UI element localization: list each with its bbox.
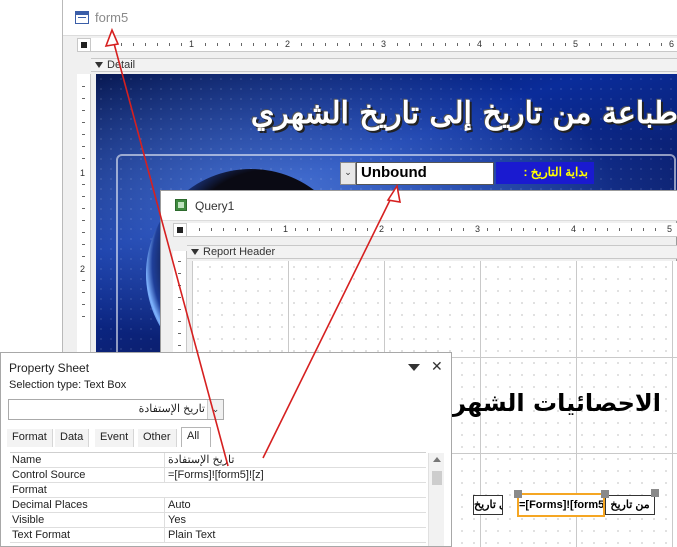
query1-title: Query1 xyxy=(195,199,235,213)
detail-section-bar[interactable]: Detail xyxy=(91,58,677,72)
ruler-number: 4 xyxy=(477,39,483,49)
from-date-label[interactable]: من تاريخ xyxy=(605,495,655,515)
tab-other[interactable]: Other xyxy=(138,429,177,447)
collapse-arrow-icon xyxy=(191,249,199,256)
property-scrollbar[interactable] xyxy=(428,453,444,546)
selection-type: Selection type: Text Box xyxy=(9,379,126,391)
ruler-number: 5 xyxy=(667,224,673,234)
property-row-text-format[interactable]: Text Format Plain Text xyxy=(10,528,426,543)
to-date-label[interactable]: إلى تاريخ xyxy=(473,495,503,515)
property-value[interactable]: Yes xyxy=(164,513,426,527)
ruler-number: 5 xyxy=(573,39,579,49)
property-row-control-source[interactable]: Control Source =[Forms]![form5]![z] xyxy=(10,468,426,483)
property-grid: Name تاريخ الإستفادة Control Source =[Fo… xyxy=(10,452,426,543)
property-row-visible[interactable]: Visible Yes xyxy=(10,513,426,528)
close-icon[interactable]: ✕ xyxy=(431,358,443,375)
property-value[interactable]: Plain Text xyxy=(164,528,426,542)
scroll-up-icon[interactable] xyxy=(433,457,441,462)
ruler-number: 4 xyxy=(571,224,577,234)
control-selector-combo[interactable]: تاريخ الإستفادة xyxy=(8,399,224,420)
ruler-number: 1 xyxy=(80,168,86,178)
date-expression-textbox[interactable]: =[Forms]![form5] xyxy=(517,493,605,517)
ruler-number: 3 xyxy=(381,39,387,49)
form5-vertical-ruler: 1 2 xyxy=(77,74,91,374)
form5-titlebar[interactable]: form5 xyxy=(63,0,677,36)
form5-horizontal-ruler: 1 2 3 4 5 6 xyxy=(91,38,677,52)
report-selector-box[interactable] xyxy=(173,223,187,237)
ruler-number: 1 xyxy=(189,39,195,49)
form-icon xyxy=(75,11,89,24)
property-value[interactable]: تاريخ الإستفادة xyxy=(164,453,426,467)
property-sheet-title: Property Sheet xyxy=(9,361,90,375)
query1-horizontal-ruler: 1 2 3 4 5 xyxy=(187,223,677,237)
tab-data[interactable]: Data xyxy=(55,429,90,447)
combo-dropdown-button[interactable]: ⌄ xyxy=(207,400,223,419)
property-row-name[interactable]: Name تاريخ الإستفادة xyxy=(10,453,426,468)
header-title: طباعة من تاريخ إلى تاريخ الشهري xyxy=(250,96,677,131)
ruler-number: 6 xyxy=(669,39,675,49)
tab-event[interactable]: Event xyxy=(95,429,135,447)
property-key: Control Source xyxy=(12,469,86,481)
report-header-section-label: Report Header xyxy=(203,246,276,258)
resize-handle[interactable] xyxy=(601,490,609,498)
scroll-thumb[interactable] xyxy=(432,471,442,485)
property-value[interactable]: =[Forms]![form5]![z] xyxy=(164,468,426,482)
property-row-format[interactable]: Format xyxy=(10,483,426,498)
ruler-number: 3 xyxy=(475,224,481,234)
property-key: Text Format xyxy=(12,529,71,541)
panel-menu-arrow-icon[interactable] xyxy=(408,364,420,371)
form5-title: form5 xyxy=(95,10,129,25)
form-selector-box[interactable] xyxy=(77,38,91,52)
property-key: Format xyxy=(12,484,47,496)
property-key: Visible xyxy=(12,514,45,526)
unbound-combo[interactable]: Unbound xyxy=(356,162,494,185)
ruler-number: 2 xyxy=(285,39,291,49)
property-row-decimal-places[interactable]: Decimal Places Auto xyxy=(10,498,426,513)
selection-type-label: Selection type: xyxy=(9,379,82,391)
property-key: Name xyxy=(12,454,42,466)
resize-handle[interactable] xyxy=(651,489,659,497)
chevron-down-icon: ⌄ xyxy=(211,404,220,414)
property-sheet-panel: Property Sheet ✕ Selection type: Text Bo… xyxy=(0,352,452,547)
ruler-number: 2 xyxy=(379,224,385,234)
query1-titlebar[interactable]: Query1 xyxy=(161,191,677,221)
property-key: Decimal Places xyxy=(12,499,88,511)
tab-format[interactable]: Format xyxy=(7,429,53,447)
collapse-arrow-icon xyxy=(95,62,103,69)
unbound-dropdown-button[interactable]: ⌄ xyxy=(340,162,356,185)
resize-handle[interactable] xyxy=(514,490,522,498)
tab-all[interactable]: All xyxy=(181,427,211,447)
property-value[interactable]: Auto xyxy=(164,498,426,512)
selection-type-value: Text Box xyxy=(84,379,127,391)
detail-section-label: Detail xyxy=(107,59,136,71)
ruler-number: 1 xyxy=(283,224,289,234)
report-icon xyxy=(175,199,187,211)
start-date-label[interactable]: بداية التاريخ : xyxy=(496,162,594,184)
ruler-number: 2 xyxy=(80,264,86,274)
report-header-section-bar[interactable]: Report Header xyxy=(187,245,677,259)
chevron-down-icon: ⌄ xyxy=(344,167,352,177)
